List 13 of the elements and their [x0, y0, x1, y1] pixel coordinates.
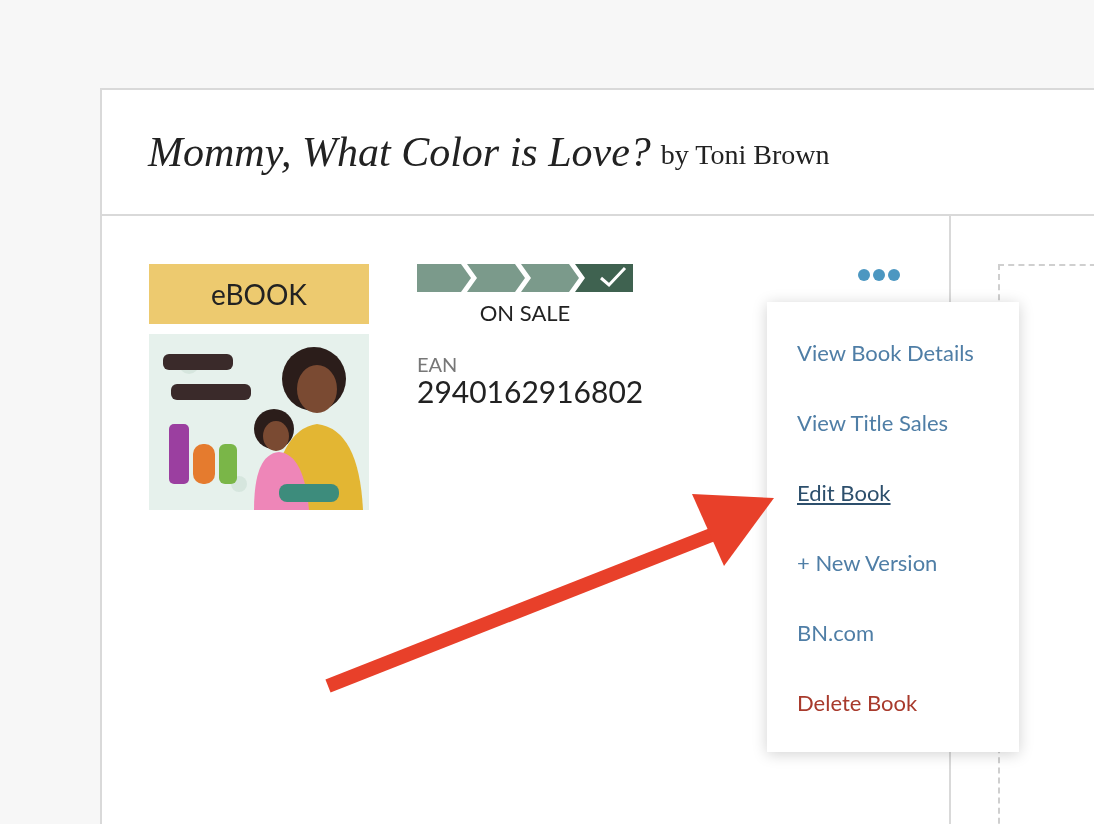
menu-item[interactable]: Edit Book: [797, 478, 891, 508]
more-options-icon[interactable]: [857, 268, 901, 282]
ean-label: EAN: [417, 354, 459, 374]
book-title: Mommy, What Color is Love?: [148, 131, 651, 173]
book-author: by Toni Brown: [660, 138, 830, 172]
status-label: ON SALE: [479, 302, 571, 324]
ean-number: 2940162916802: [417, 376, 644, 406]
menu-item[interactable]: View Book Details: [797, 338, 974, 368]
format-badge: eBOOK: [149, 264, 369, 324]
menu-item[interactable]: Delete Book: [797, 688, 918, 718]
menu-item[interactable]: + New Version: [797, 548, 938, 578]
menu-item[interactable]: BN.com: [797, 618, 875, 648]
menu-item[interactable]: View Title Sales: [797, 408, 949, 438]
